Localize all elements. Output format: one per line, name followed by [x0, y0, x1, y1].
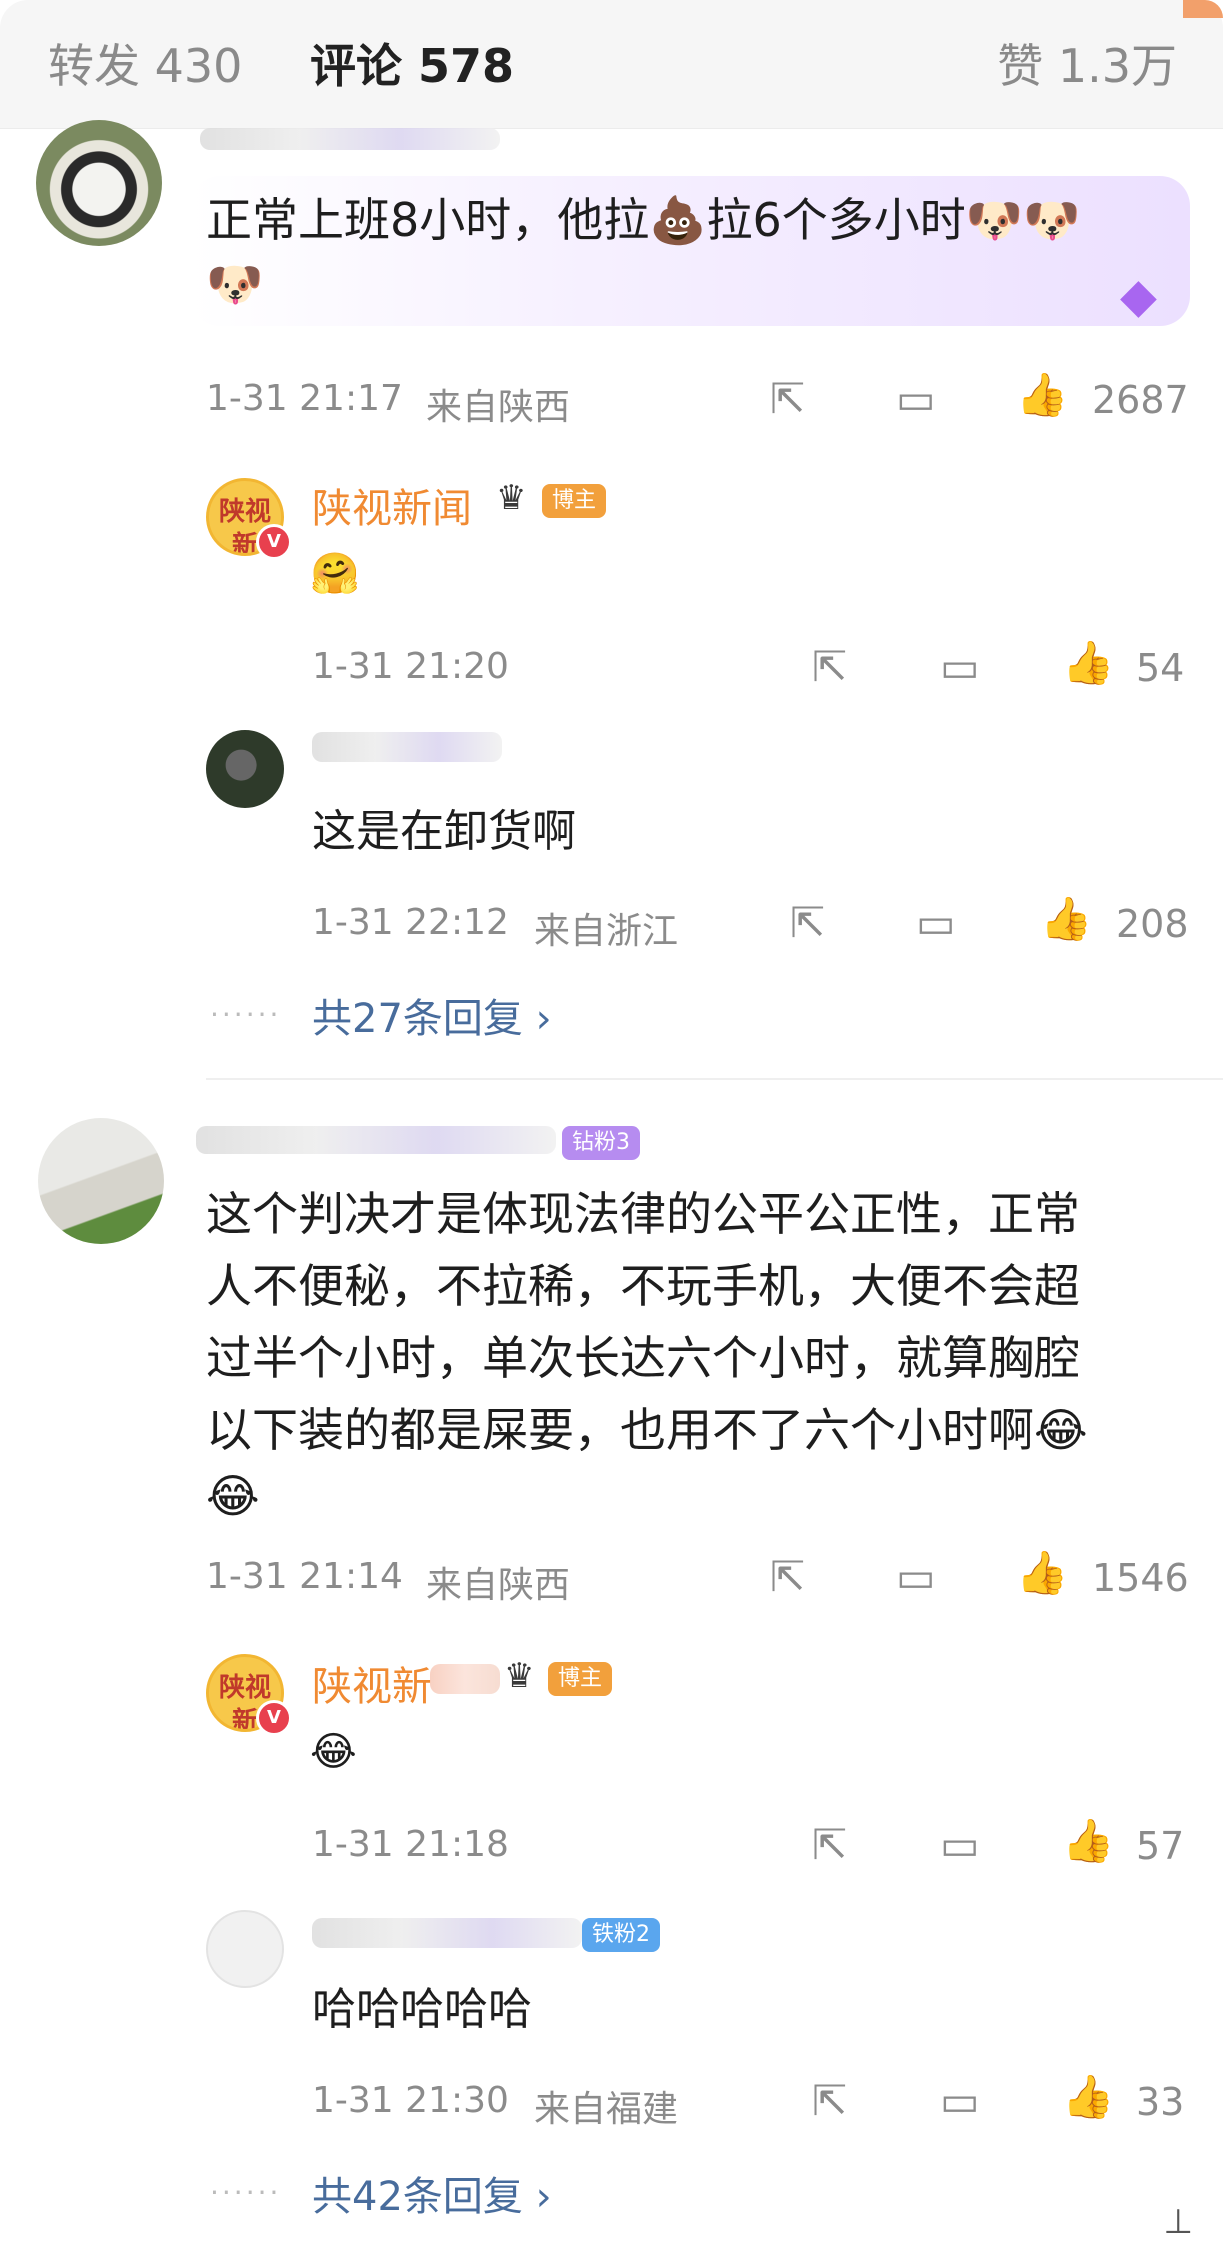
like-count: 1546	[1092, 1556, 1189, 1600]
resize-handle-icon: ⊥	[1163, 2202, 1193, 2242]
like-icon[interactable]: 👍	[1062, 2076, 1114, 2118]
comment-text-line5: 😂	[206, 1469, 260, 1523]
like-count: 2687	[1092, 378, 1189, 422]
reply-text: 这是在卸货啊	[312, 806, 576, 857]
comment-text-line4: 以下装的都是屎要，也用不了六个小时啊😂	[206, 1403, 1088, 1457]
avatar[interactable]	[206, 730, 284, 808]
blogger-tag: 博主	[548, 1662, 613, 1696]
comment-icon[interactable]: ▭	[940, 1824, 980, 1866]
verified-badge: V	[256, 524, 292, 560]
reply-text: 😂	[310, 1729, 357, 1775]
fan-level-tag: 钻粉3	[562, 1126, 640, 1160]
more-replies-link[interactable]: 共42条回复 ›	[312, 2164, 552, 2222]
like-icon[interactable]: 👍	[1016, 374, 1068, 416]
avatar[interactable]	[36, 120, 162, 246]
share-icon[interactable]: ⇱	[790, 902, 825, 944]
comment-text-line3: 过半个小时，单次长达六个小时，就算胸腔	[206, 1331, 1080, 1385]
verified-badge: V	[256, 1700, 292, 1736]
comment-text-cont: 🐶	[206, 257, 264, 311]
blurred-username	[430, 1664, 500, 1694]
reply-time: 1-31 21:30	[312, 2080, 509, 2121]
share-icon[interactable]: ⇱	[812, 646, 847, 688]
reply-location: 来自浙江	[534, 911, 679, 952]
crown-icon: ♛	[496, 478, 527, 518]
corner-decoration	[1183, 0, 1223, 18]
like-icon[interactable]: 👍	[1062, 642, 1114, 684]
comment-location: 来自陕西	[426, 387, 571, 428]
tab-reposts[interactable]: 转发 430	[48, 30, 242, 96]
more-replies-link[interactable]: 共27条回复 ›	[312, 986, 552, 1044]
like-count: 54	[1136, 646, 1185, 690]
like-count: 57	[1136, 1824, 1185, 1868]
share-icon[interactable]: ⇱	[812, 1824, 847, 1866]
comment-location: 来自陕西	[426, 1565, 571, 1606]
share-icon[interactable]: ⇱	[770, 1556, 805, 1598]
tab-likes[interactable]: 赞 1.3万	[997, 30, 1177, 96]
comment-icon[interactable]: ▭	[940, 2080, 980, 2122]
like-count: 208	[1116, 902, 1189, 946]
diamond-icon: ◆	[1120, 268, 1157, 324]
reply-username[interactable]: 陕视新闻	[312, 476, 472, 534]
blurred-username	[312, 1918, 582, 1948]
share-icon[interactable]: ⇱	[812, 2080, 847, 2122]
blurred-username	[196, 1126, 556, 1154]
like-icon[interactable]: 👍	[1040, 898, 1092, 940]
comment-text: 正常上班8小时，他拉💩拉6个多小时🐶🐶	[206, 193, 1081, 247]
avatar[interactable]	[38, 1118, 164, 1244]
like-icon[interactable]: 👍	[1016, 1552, 1068, 1594]
tab-comments[interactable]: 评论 578	[310, 30, 514, 96]
crown-icon: ♛	[504, 1656, 535, 1696]
comment-time: 1-31 21:14	[206, 1556, 403, 1597]
like-icon[interactable]: 👍	[1062, 1820, 1114, 1862]
reply-time: 1-31 21:20	[312, 646, 509, 687]
reply-time: 1-31 21:18	[312, 1824, 509, 1865]
comment-icon[interactable]: ▭	[916, 902, 956, 944]
blurred-username	[312, 732, 502, 762]
comment-tabs-header: 转发 430 评论 578 赞 1.3万	[0, 0, 1223, 129]
reply-text: 哈哈哈哈哈	[312, 1984, 532, 2035]
fan-level-tag: 铁粉2	[582, 1918, 660, 1952]
avatar[interactable]	[206, 1910, 284, 1988]
more-dots: ······	[210, 2176, 282, 2209]
comment-text-line2: 人不便秘，不拉稀，不玩手机，大便不会超	[206, 1259, 1080, 1313]
comment-icon[interactable]: ▭	[940, 646, 980, 688]
reply-username[interactable]: 陕视新	[312, 1654, 432, 1712]
like-count: 33	[1136, 2080, 1185, 2124]
reply-location: 来自福建	[534, 2089, 679, 2130]
more-dots: ······	[210, 998, 282, 1031]
reply-text: 🤗	[310, 551, 360, 597]
blogger-tag: 博主	[542, 484, 607, 518]
divider	[206, 1078, 1223, 1080]
comment-text-line1: 这个判决才是体现法律的公平公正性，正常	[206, 1187, 1080, 1241]
comment-time: 1-31 21:17	[206, 378, 403, 419]
comment-icon[interactable]: ▭	[896, 378, 936, 420]
blurred-username	[200, 128, 500, 150]
comment-icon[interactable]: ▭	[896, 1556, 936, 1598]
share-icon[interactable]: ⇱	[770, 378, 805, 420]
reply-time: 1-31 22:12	[312, 902, 509, 943]
